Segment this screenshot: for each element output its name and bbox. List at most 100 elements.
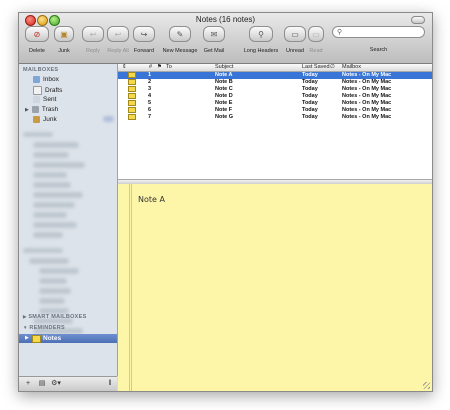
magnifier-headers-icon: ⚲	[249, 26, 273, 42]
blurred-section-header	[23, 132, 53, 137]
row-subject: Note A	[215, 72, 233, 78]
row-last-saved: Today	[302, 107, 318, 113]
table-row[interactable]: 3 Note C Today Notes - On My Mac	[118, 86, 432, 93]
column-header-last-saved[interactable]: Last Saved	[302, 64, 330, 71]
note-icon	[128, 93, 136, 99]
search-label: Search	[369, 47, 388, 53]
reply-all-arrow-icon: ↩	[107, 26, 129, 42]
junk-bag-icon: ▣	[54, 26, 74, 42]
sent-icon	[33, 96, 40, 103]
mailboxes-header: MAILBOXES	[23, 67, 59, 73]
get-mail-button[interactable]: ✉ Get Mail	[201, 26, 227, 54]
blurred-mailbox-13	[39, 278, 67, 284]
unread-button[interactable]: ▭ Unread	[284, 26, 306, 54]
row-subject: Note D	[215, 93, 233, 99]
toolbar-toggle-button[interactable]	[411, 16, 425, 24]
add-mailbox-button[interactable]: +	[23, 380, 33, 388]
delete-button[interactable]: ⊘ Delete	[23, 26, 51, 54]
column-header-flag[interactable]: ⚑	[157, 64, 162, 71]
note-viewer[interactable]: Note A	[118, 184, 432, 391]
sidebar-item-sent[interactable]: Sent	[33, 96, 56, 103]
reminders-header[interactable]: ▼ REMINDERS	[23, 325, 65, 331]
row-mailbox: Notes - On My Mac	[342, 114, 392, 120]
read-button[interactable]: ▭ Read	[307, 26, 325, 54]
column-header-mailbox[interactable]: Mailbox	[342, 64, 361, 71]
column-header-to[interactable]: To	[166, 64, 172, 71]
row-number: 6	[148, 107, 152, 113]
forward-button[interactable]: ↪ Forward	[131, 26, 157, 54]
row-last-saved: Today	[302, 72, 318, 78]
drafts-icon	[33, 86, 42, 95]
sidebar-item-drafts[interactable]: Drafts	[33, 86, 62, 95]
row-subject: Note B	[215, 79, 233, 85]
forward-arrow-icon: ↪	[133, 26, 155, 42]
sidebar-resize-handle[interactable]: ‖	[105, 380, 115, 388]
row-number: 3	[148, 86, 152, 92]
note-icon	[128, 100, 136, 106]
table-row[interactable]: 5 Note E Today Notes - On My Mac	[118, 100, 432, 107]
column-header-subject[interactable]: Subject	[215, 64, 233, 71]
row-number: 1	[148, 72, 152, 78]
row-mailbox: Notes - On My Mac	[342, 79, 392, 85]
table-row[interactable]: 7 Note G Today Notes - On My Mac	[118, 114, 432, 121]
sidebar-item-trash[interactable]: ▶ Trash	[25, 106, 58, 113]
action-menu-button[interactable]: ⚙▾	[51, 380, 61, 388]
blurred-mailbox-12	[39, 268, 79, 274]
row-mailbox: Notes - On My Mac	[342, 107, 392, 113]
row-last-saved: Today	[302, 93, 318, 99]
disclosure-triangle-icon[interactable]: ▶	[25, 107, 29, 113]
sidebar-item-notes[interactable]: ▶ Notes	[19, 334, 117, 343]
window-resize-handle[interactable]	[423, 382, 430, 389]
trash-icon	[31, 106, 39, 113]
blurred-mailbox-8	[33, 212, 67, 218]
new-message-button[interactable]: ✎ New Message	[161, 26, 199, 54]
row-subject: Note E	[215, 100, 233, 106]
table-row[interactable]: 4 Note D Today Notes - On My Mac	[118, 93, 432, 100]
blurred-mailbox-9	[33, 222, 77, 228]
reply-button[interactable]: ↩ Reply	[81, 26, 105, 54]
smart-mailboxes-header[interactable]: ▶ SMART MAILBOXES	[23, 314, 87, 320]
blurred-mailbox-10	[33, 232, 63, 238]
blurred-mailbox-4	[33, 172, 67, 178]
column-header-attachment-icon[interactable]: ∅	[330, 64, 335, 71]
message-list: ⇕ # ⚑ To Subject Last Saved ∅ Mailbox 1 N…	[118, 64, 432, 179]
row-mailbox: Notes - On My Mac	[342, 100, 392, 106]
blurred-mailbox-1	[33, 142, 79, 148]
inbox-icon	[33, 76, 40, 83]
row-mailbox: Notes - On My Mac	[342, 72, 392, 78]
show-activity-button[interactable]: ▤	[37, 380, 47, 388]
blurred-mailbox-7	[33, 202, 75, 208]
column-headers: ⇕ # ⚑ To Subject Last Saved ∅ Mailbox	[118, 64, 432, 72]
disclosure-triangle-icon[interactable]: ▶	[25, 335, 29, 341]
sidebar-action-bar: + ▤ ⚙▾ ‖	[19, 376, 117, 391]
row-number: 5	[148, 100, 152, 106]
blurred-mailbox-14	[39, 288, 71, 294]
envelope-icon: ✉	[203, 26, 225, 42]
table-row[interactable]: 2 Note B Today Notes - On My Mac	[118, 79, 432, 86]
row-subject: Note C	[215, 86, 233, 92]
note-title: Note A	[138, 195, 165, 204]
column-sort-arrows-icon[interactable]: ⇕	[122, 64, 127, 71]
window-title: Notes (16 notes)	[195, 15, 256, 24]
row-mailbox: Notes - On My Mac	[342, 93, 392, 99]
unread-envelope-icon: ▭	[284, 26, 306, 42]
row-last-saved: Today	[302, 79, 318, 85]
row-last-saved: Today	[302, 86, 318, 92]
title-bar: Notes (16 notes) ⊘ Delete ▣ Junk ↩ Reply…	[19, 13, 432, 64]
blurred-mailbox-11	[29, 258, 69, 264]
note-icon	[128, 107, 136, 113]
reply-all-button[interactable]: ↩ Reply All	[106, 26, 130, 54]
column-header-number[interactable]: #	[149, 64, 152, 71]
search-input[interactable]: ⚲	[332, 26, 425, 38]
table-row[interactable]: 1 Note A Today Notes - On My Mac	[118, 72, 432, 79]
sidebar-item-junk[interactable]: Junk	[33, 116, 57, 123]
junk-button[interactable]: ▣ Junk	[53, 26, 75, 54]
row-subject: Note G	[215, 114, 234, 120]
table-row[interactable]: 6 Note F Today Notes - On My Mac	[118, 107, 432, 114]
sidebar-item-inbox[interactable]: Inbox	[33, 76, 59, 83]
note-icon	[128, 86, 136, 92]
compose-pencil-icon: ✎	[169, 26, 191, 42]
row-number: 2	[148, 79, 152, 85]
note-margin-line	[131, 184, 132, 391]
long-headers-button[interactable]: ⚲ Long Headers	[239, 26, 283, 54]
